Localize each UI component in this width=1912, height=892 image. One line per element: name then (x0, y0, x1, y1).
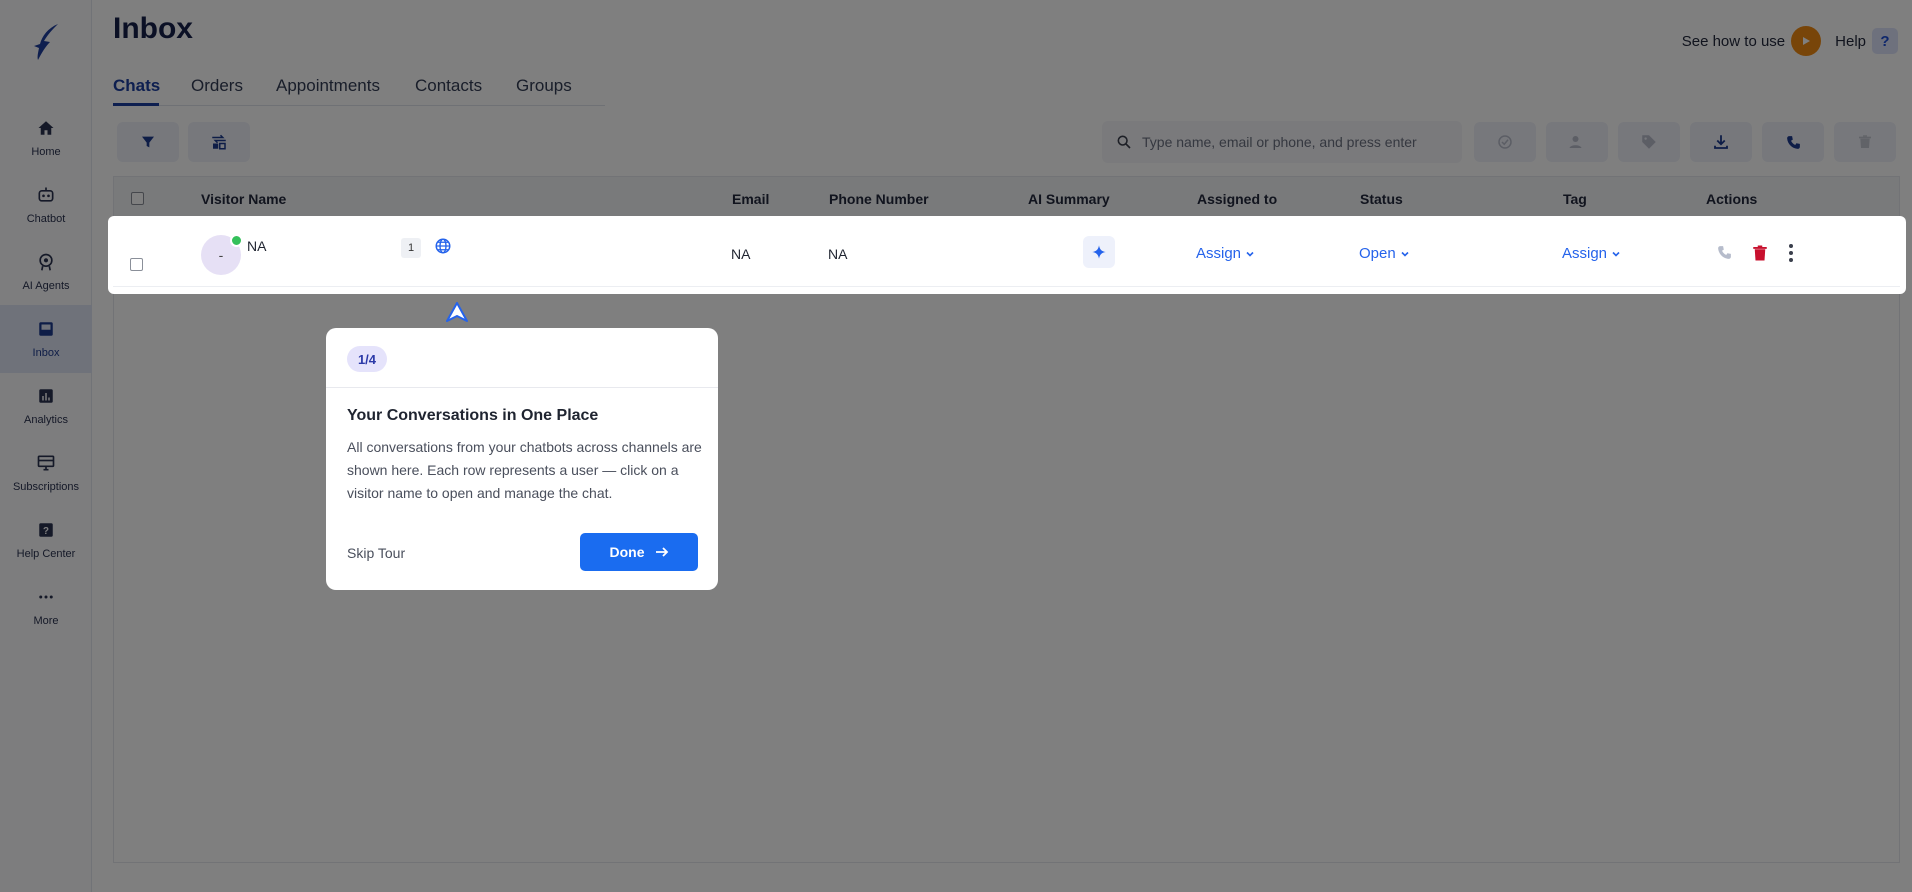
phone-value: NA (828, 246, 848, 262)
tour-popover: 1/4 Your Conversations in One Place All … (326, 328, 718, 590)
status-dropdown[interactable]: Open (1359, 245, 1410, 262)
row-more-options-icon[interactable] (1787, 243, 1795, 268)
tour-step-badge: 1/4 (347, 346, 387, 372)
skip-tour-button[interactable]: Skip Tour (347, 545, 405, 561)
tour-description: All conversations from your chatbots acr… (347, 439, 702, 501)
online-status-dot (230, 234, 243, 247)
chevron-down-icon (1612, 251, 1620, 257)
tour-header: 1/4 (326, 328, 718, 388)
globe-icon (434, 237, 452, 260)
chevron-down-icon (1246, 251, 1254, 257)
row-call-icon[interactable] (1716, 244, 1733, 266)
assign-agent-dropdown[interactable]: Assign (1196, 245, 1255, 262)
email-value: NA (731, 246, 751, 262)
row-checkbox[interactable] (130, 258, 143, 271)
message-count-badge: 1 (401, 238, 421, 258)
ai-summary-button[interactable] (1083, 236, 1115, 268)
tag-dropdown[interactable]: Assign (1562, 245, 1621, 262)
status-label: Open (1359, 245, 1396, 262)
tour-title: Your Conversations in One Place (347, 407, 599, 424)
done-button[interactable]: Done (580, 533, 698, 571)
arrow-right-icon (655, 547, 668, 557)
chevron-down-icon (1401, 251, 1409, 257)
tag-label: Assign (1562, 245, 1608, 262)
tour-pointer-icon (446, 302, 468, 322)
done-label: Done (609, 544, 645, 560)
row-delete-icon[interactable] (1751, 243, 1769, 268)
sparkle-icon (1092, 245, 1106, 259)
table-row[interactable]: - NA 1 NA NA Assign Open Assign (113, 221, 1900, 287)
assign-label: Assign (1196, 245, 1242, 262)
tour-overlay[interactable] (0, 0, 1912, 892)
visitor-name-link[interactable]: NA (247, 238, 266, 254)
